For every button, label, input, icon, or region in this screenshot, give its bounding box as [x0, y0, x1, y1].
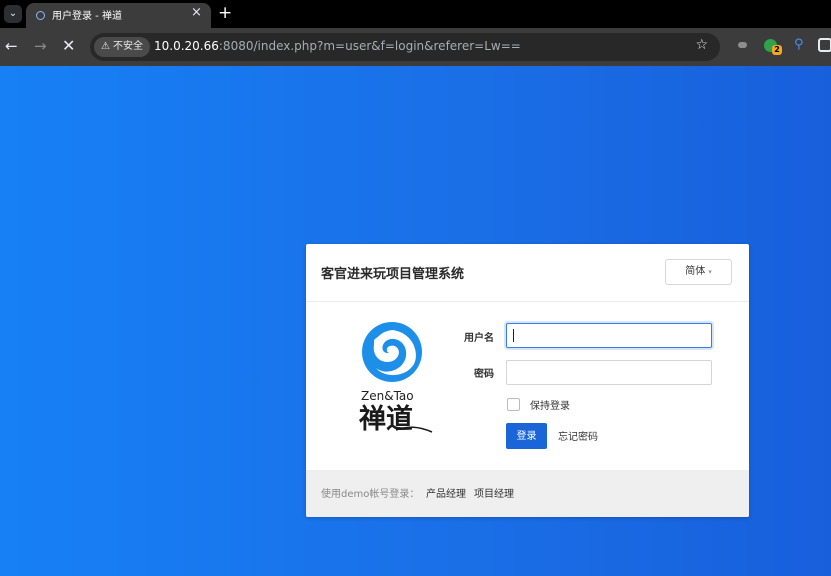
demo-prefix: 使用demo帐号登录： [321, 489, 420, 500]
extension-square-icon[interactable] [818, 38, 831, 52]
back-arrow-icon[interactable]: ← [5, 36, 18, 56]
tab-favicon-icon [36, 11, 45, 20]
zentao-logo: Zen&Tao 禅道 [359, 322, 433, 435]
tab-strip: ⌄ 用户登录 - 禅道 × + [0, 0, 831, 28]
url-text[interactable]: 10.0.20.66:8080/index.php?m=user&f=login… [154, 39, 521, 53]
tab-title: 用户登录 - 禅道 [52, 11, 122, 22]
address-bar[interactable]: ⚠ 不安全 10.0.20.66:8080/index.php?m=user&f=… [90, 33, 720, 61]
tab-close-icon[interactable]: × [191, 5, 202, 20]
logo-text: Zen&Tao [361, 389, 414, 403]
text-cursor [513, 329, 514, 342]
tab-search-icon[interactable]: ⌄ [4, 5, 22, 23]
language-label: 简体 [685, 266, 706, 277]
tab-active[interactable]: 用户登录 - 禅道 × [26, 3, 211, 28]
forgot-password-link[interactable]: 忘记密码 [558, 428, 598, 443]
demo-footer: 使用demo帐号登录： 产品经理 项目经理 [306, 470, 749, 517]
url-host: 10.0.20.66 [154, 39, 219, 53]
browser-toolbar: ← → ✕ ⚠ 不安全 10.0.20.66:8080/index.php?m=u… [0, 28, 831, 66]
extension-badge: 2 [772, 45, 782, 55]
new-tab-icon[interactable]: + [218, 2, 232, 24]
username-input[interactable] [506, 323, 712, 348]
security-label: 不安全 [112, 41, 143, 52]
username-label: 用户名 [464, 333, 494, 344]
demo-project-manager-link[interactable]: 项目经理 [474, 485, 514, 500]
language-dropdown[interactable]: 简体 ▾ [665, 259, 732, 285]
warning-icon: ⚠ [101, 41, 110, 52]
logo-chinese: 禅道 [359, 403, 413, 435]
login-header: 客官进来玩项目管理系统 简体 ▾ [306, 244, 749, 302]
url-path: :8080/index.php?m=user&f=login&referer=L… [218, 39, 521, 53]
demo-product-manager-link[interactable]: 产品经理 [426, 485, 466, 500]
login-title: 客官进来玩项目管理系统 [321, 267, 465, 282]
keep-login-checkbox[interactable] [507, 398, 520, 411]
extension-pin-icon[interactable]: ⚲ [794, 37, 804, 52]
forward-arrow-icon[interactable]: → [34, 36, 47, 56]
password-label: 密码 [474, 369, 494, 380]
stop-loading-icon[interactable]: ✕ [62, 36, 75, 56]
login-button[interactable]: 登录 [506, 423, 547, 449]
extension-mask-icon[interactable] [738, 42, 747, 48]
security-chip[interactable]: ⚠ 不安全 [94, 37, 150, 57]
login-card: 客官进来玩项目管理系统 简体 ▾ Zen&Tao 禅道 用户名 密码 保持登录 登… [306, 244, 749, 517]
password-input[interactable] [506, 360, 712, 385]
keep-login-label[interactable]: 保持登录 [530, 397, 570, 412]
bookmark-star-icon[interactable]: ☆ [695, 37, 708, 53]
chevron-down-icon: ▾ [708, 268, 712, 276]
